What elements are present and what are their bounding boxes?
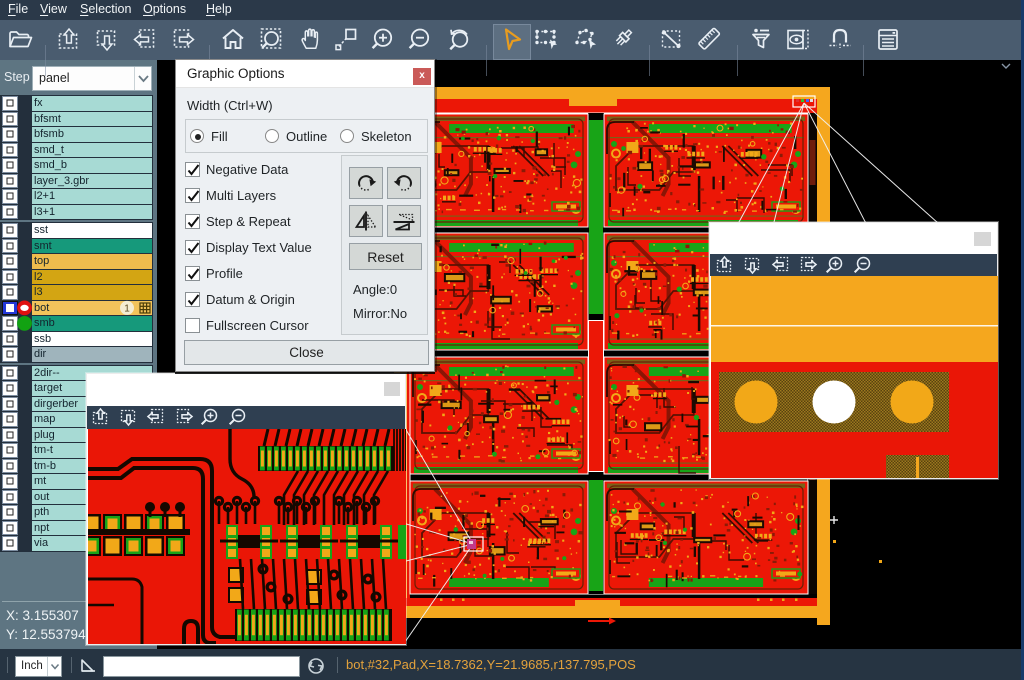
- svg-text:1: 1: [124, 304, 130, 315]
